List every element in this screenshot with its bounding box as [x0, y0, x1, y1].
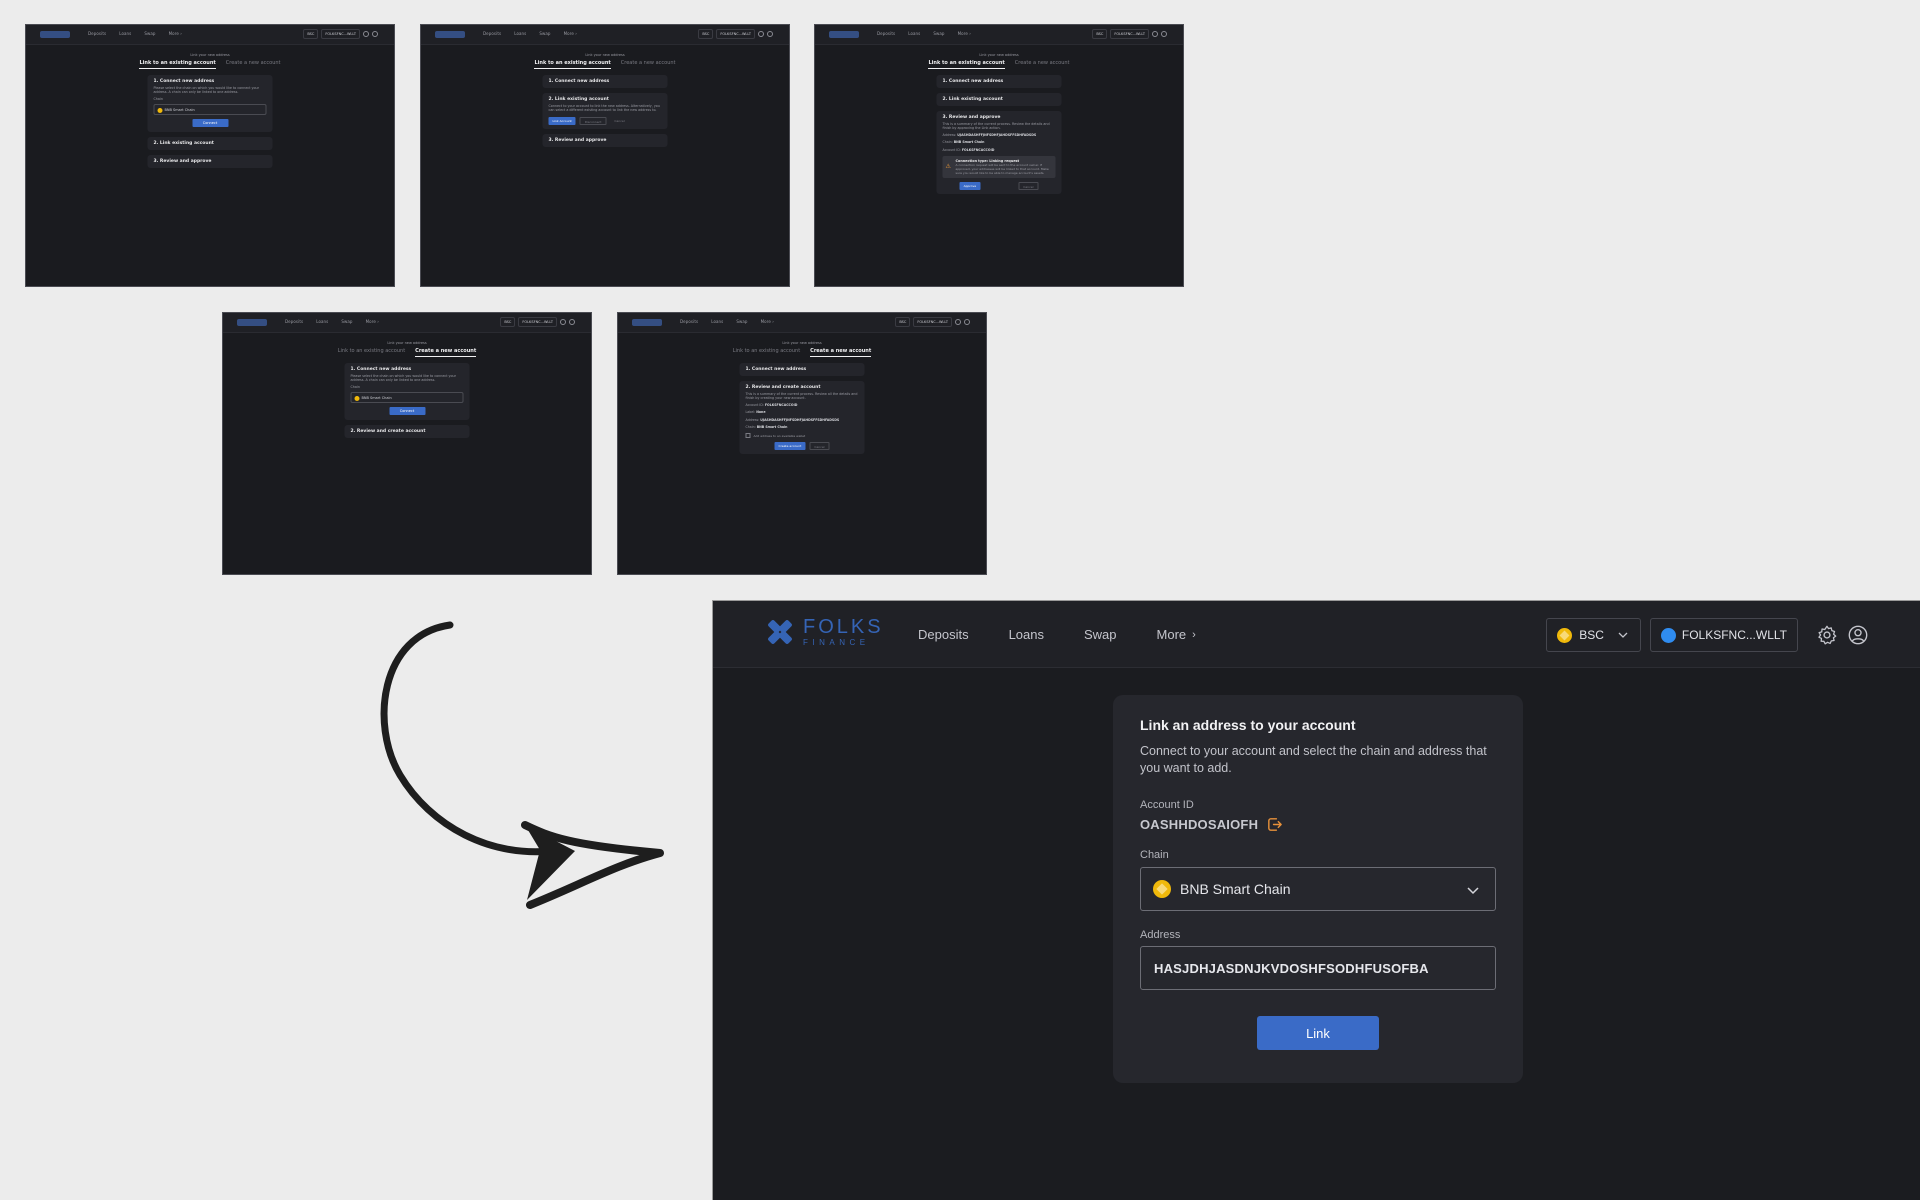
nav-loans[interactable]: Loans: [1009, 627, 1044, 642]
thumbnail-step-link: Deposits Loans Swap More › BSC FOLKSFNC...WL…: [420, 24, 790, 287]
chain-select[interactable]: BNB Smart Chain: [1140, 867, 1496, 911]
card-title: Link an address to your account: [1140, 717, 1356, 733]
thumb-user-icon: [372, 31, 378, 37]
account-id-label: Account ID: [1140, 799, 1194, 811]
thumb-logo: [40, 31, 70, 38]
thumb-user-icon: [964, 319, 970, 325]
address-label: Address: [1140, 929, 1181, 941]
thumb-subtitle: Link your new address: [190, 53, 230, 57]
main-screenshot: FOLKS FINANCE Deposits Loans Swap More ›…: [712, 600, 1920, 1200]
thumb-wallet-pill: FOLKSFNC...WLLT: [321, 29, 360, 39]
thumb-step-link: 2. Link existing account Connect to your…: [542, 93, 668, 129]
bnb-coin-icon: [1153, 880, 1171, 898]
copy-icon[interactable]: [1266, 816, 1283, 833]
thumbnail-step-review: Deposits Loans Swap More › BSC FOLKSFNC...WL…: [814, 24, 1184, 287]
nav-more-label: More: [1156, 627, 1187, 642]
thumb-chain-pill: BSC: [303, 29, 319, 39]
chain-select-value: BNB Smart Chain: [1180, 881, 1291, 897]
nav-deposits[interactable]: Deposits: [918, 627, 969, 642]
chevron-down-icon: [1467, 887, 1479, 895]
chevron-right-icon: ›: [1192, 628, 1196, 641]
thumb-link-account-button: Link Account: [548, 116, 576, 125]
link-button[interactable]: Link: [1257, 1016, 1379, 1050]
thumb-approve-button: Approve: [959, 182, 981, 191]
wallet-address: FOLKSFNC...WLLT: [1681, 628, 1787, 642]
thumb-nav-loans: Loans: [119, 31, 132, 36]
thumb-cancel-button: Cancel: [614, 118, 625, 123]
thumb-gear-icon: [955, 319, 961, 325]
chain-label: Chain: [1140, 849, 1169, 861]
nav-swap[interactable]: Swap: [1084, 627, 1117, 642]
thumb-step-connect: 1. Connect new address Please select the…: [147, 75, 273, 133]
thumb-tab-create: Create a new account: [225, 60, 281, 66]
curved-arrow: [380, 621, 664, 909]
thumb-connect-button: Connect: [192, 119, 228, 128]
user-icon[interactable]: [1847, 624, 1869, 646]
bsc-coin-icon: [1557, 627, 1573, 643]
thumb-user-icon: [569, 319, 575, 325]
thumb-warning-box: Connection type: Linking request A conne…: [942, 156, 1056, 179]
thumb-create-account-button: Create account: [774, 442, 806, 451]
gear-icon[interactable]: [1816, 624, 1838, 646]
wallet-icon: [1660, 627, 1676, 643]
chain-selector-label: BSC: [1579, 628, 1604, 642]
thumbnail-step-connect: Deposits Loans Swap More › BSC FOLKSFNC...WL…: [25, 24, 395, 287]
nav-more[interactable]: More ›: [1157, 627, 1196, 642]
wallet-button[interactable]: FOLKSFNC...WLLT: [1649, 618, 1798, 652]
thumb-cancel-button: Cancel: [1018, 182, 1039, 191]
thumb-gear-icon: [758, 31, 764, 37]
logo-text-finance: FINANCE: [803, 638, 870, 647]
chevron-down-icon: [1618, 632, 1628, 638]
thumb-checkbox: Add address to an available wallet: [746, 433, 859, 438]
account-id-value: OASHHDOSAIOFH: [1140, 817, 1259, 832]
thumb-tab-link: Link to an existing account: [139, 60, 216, 69]
thumb-gear-icon: [363, 31, 369, 37]
thumb-step-review: 3. Review and approve This is a summary …: [936, 111, 1062, 195]
thumb-user-icon: [1161, 31, 1167, 37]
thumb-gear-icon: [1152, 31, 1158, 37]
thumb-gear-icon: [560, 319, 566, 325]
address-input[interactable]: [1140, 946, 1496, 990]
thumb-navbar: Deposits Loans Swap More › BSC FOLKSFNC...WL…: [26, 25, 394, 45]
logo-text-folks: FOLKS: [803, 616, 884, 638]
thumb-nav-swap: Swap: [144, 31, 156, 36]
card-description: Connect to your account and select the c…: [1140, 744, 1487, 775]
nav-links: Deposits Loans Swap More ›: [918, 601, 1236, 668]
thumb-nav-more: More ›: [168, 31, 182, 36]
thumbnail-create-review: Deposits Loans Swap More › BSC FOLKSFNC...WL…: [617, 312, 987, 575]
thumb-chain-select: BNB Smart Chain: [153, 104, 267, 116]
thumb-user-icon: [767, 31, 773, 37]
chain-selector[interactable]: BSC: [1546, 618, 1641, 652]
thumbnail-create-connect: Deposits Loans Swap More › BSC FOLKSFNC...WL…: [222, 312, 592, 575]
thumb-nav-deposits: Deposits: [88, 31, 107, 36]
top-navbar: FOLKS FINANCE Deposits Loans Swap More ›…: [713, 601, 1920, 668]
folks-finance-logo[interactable]: FOLKS FINANCE: [765, 617, 884, 647]
thumb-disconnect-button: Disconnect: [579, 116, 607, 125]
link-address-card: Link an address to your account Connect …: [1113, 695, 1523, 1083]
folks-logo-icon: [768, 620, 792, 644]
